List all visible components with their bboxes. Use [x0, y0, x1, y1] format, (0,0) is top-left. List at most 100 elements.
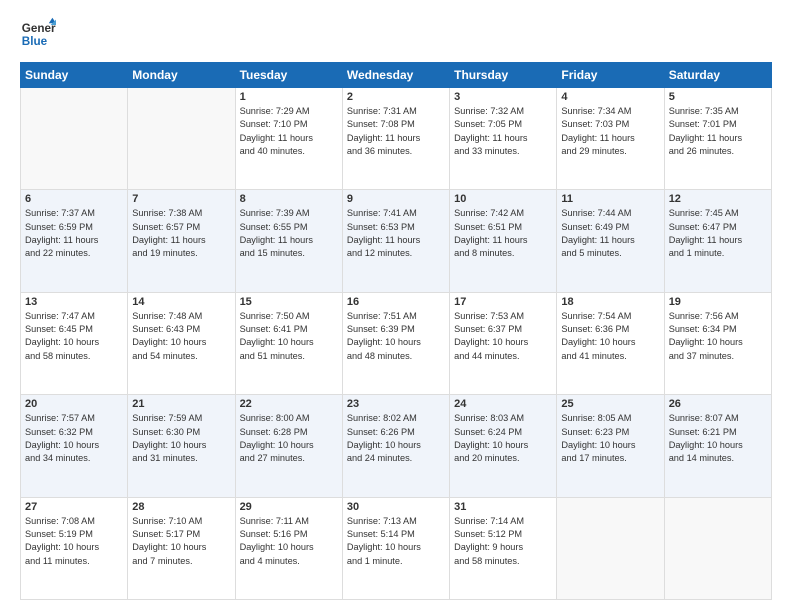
week-row-1: 1 Sunrise: 7:29 AMSunset: 7:10 PMDaylight… [21, 88, 772, 190]
day-number: 15 [240, 296, 338, 308]
page: General Blue SundayMondayTuesdayWednesda… [0, 0, 792, 612]
day-number: 7 [132, 193, 230, 205]
day-number: 8 [240, 193, 338, 205]
calendar-cell: 24 Sunrise: 8:03 AMSunset: 6:24 PMDayligh… [450, 395, 557, 497]
day-info: Sunrise: 7:37 AMSunset: 6:59 PMDaylight:… [25, 207, 123, 260]
day-number: 14 [132, 296, 230, 308]
day-number: 12 [669, 193, 767, 205]
week-row-2: 6 Sunrise: 7:37 AMSunset: 6:59 PMDaylight… [21, 190, 772, 292]
calendar-cell: 14 Sunrise: 7:48 AMSunset: 6:43 PMDayligh… [128, 292, 235, 394]
calendar-cell: 22 Sunrise: 8:00 AMSunset: 6:28 PMDayligh… [235, 395, 342, 497]
day-number: 23 [347, 398, 445, 410]
calendar-cell [128, 88, 235, 190]
day-number: 1 [240, 91, 338, 103]
day-number: 25 [561, 398, 659, 410]
calendar-cell [557, 497, 664, 599]
day-info: Sunrise: 7:08 AMSunset: 5:19 PMDaylight:… [25, 515, 123, 568]
calendar-cell: 2Sunrise: 7:31 AMSunset: 7:08 PMDaylight… [342, 88, 449, 190]
weekday-header-wednesday: Wednesday [342, 63, 449, 88]
svg-text:Blue: Blue [22, 35, 48, 48]
calendar-cell [664, 497, 771, 599]
calendar-cell: 16 Sunrise: 7:51 AMSunset: 6:39 PMDayligh… [342, 292, 449, 394]
day-number: 11 [561, 193, 659, 205]
day-number: 10 [454, 193, 552, 205]
calendar-cell: 4 Sunrise: 7:34 AMSunset: 7:03 PMDaylight… [557, 88, 664, 190]
calendar-cell: 31 Sunrise: 7:14 AMSunset: 5:12 PMDayligh… [450, 497, 557, 599]
calendar-cell: 8Sunrise: 7:39 AMSunset: 6:55 PMDaylight… [235, 190, 342, 292]
day-info: Sunrise: 7:51 AMSunset: 6:39 PMDaylight:… [347, 310, 445, 363]
day-info: Sunrise: 7:35 AMSunset: 7:01 PMDaylight:… [669, 105, 767, 158]
day-number: 31 [454, 501, 552, 513]
calendar-cell: 9 Sunrise: 7:41 AMSunset: 6:53 PMDaylight… [342, 190, 449, 292]
day-info: Sunrise: 7:50 AMSunset: 6:41 PMDaylight:… [240, 310, 338, 363]
day-info: Sunrise: 7:45 AMSunset: 6:47 PMDaylight:… [669, 207, 767, 260]
day-number: 20 [25, 398, 123, 410]
day-number: 4 [561, 91, 659, 103]
day-number: 18 [561, 296, 659, 308]
calendar-cell: 29Sunrise: 7:11 AMSunset: 5:16 PMDayligh… [235, 497, 342, 599]
day-info: Sunrise: 7:29 AMSunset: 7:10 PMDaylight:… [240, 105, 338, 158]
day-info: Sunrise: 7:44 AMSunset: 6:49 PMDaylight:… [561, 207, 659, 260]
calendar-cell: 19 Sunrise: 7:56 AMSunset: 6:34 PMDayligh… [664, 292, 771, 394]
day-number: 6 [25, 193, 123, 205]
calendar-cell: 18 Sunrise: 7:54 AMSunset: 6:36 PMDayligh… [557, 292, 664, 394]
day-info: Sunrise: 7:38 AMSunset: 6:57 PMDaylight:… [132, 207, 230, 260]
calendar-cell: 12 Sunrise: 7:45 AMSunset: 6:47 PMDayligh… [664, 190, 771, 292]
day-number: 27 [25, 501, 123, 513]
calendar-cell: 25Sunrise: 8:05 AMSunset: 6:23 PMDayligh… [557, 395, 664, 497]
weekday-header-row: SundayMondayTuesdayWednesdayThursdayFrid… [21, 63, 772, 88]
day-info: Sunrise: 7:41 AMSunset: 6:53 PMDaylight:… [347, 207, 445, 260]
day-number: 13 [25, 296, 123, 308]
day-info: Sunrise: 7:14 AMSunset: 5:12 PMDaylight:… [454, 515, 552, 568]
day-info: Sunrise: 8:00 AMSunset: 6:28 PMDaylight:… [240, 412, 338, 465]
weekday-header-monday: Monday [128, 63, 235, 88]
day-info: Sunrise: 7:32 AMSunset: 7:05 PMDaylight:… [454, 105, 552, 158]
calendar-cell: 15 Sunrise: 7:50 AMSunset: 6:41 PMDayligh… [235, 292, 342, 394]
day-number: 24 [454, 398, 552, 410]
week-row-4: 20 Sunrise: 7:57 AMSunset: 6:32 PMDayligh… [21, 395, 772, 497]
header: General Blue [20, 16, 772, 52]
calendar-cell: 17 Sunrise: 7:53 AMSunset: 6:37 PMDayligh… [450, 292, 557, 394]
calendar-cell: 27 Sunrise: 7:08 AMSunset: 5:19 PMDayligh… [21, 497, 128, 599]
day-number: 9 [347, 193, 445, 205]
day-info: Sunrise: 7:53 AMSunset: 6:37 PMDaylight:… [454, 310, 552, 363]
calendar-table: SundayMondayTuesdayWednesdayThursdayFrid… [20, 62, 772, 600]
svg-text:General: General [22, 22, 56, 35]
day-info: Sunrise: 7:59 AMSunset: 6:30 PMDaylight:… [132, 412, 230, 465]
calendar-cell: 23Sunrise: 8:02 AMSunset: 6:26 PMDayligh… [342, 395, 449, 497]
weekday-header-sunday: Sunday [21, 63, 128, 88]
day-number: 16 [347, 296, 445, 308]
day-info: Sunrise: 7:34 AMSunset: 7:03 PMDaylight:… [561, 105, 659, 158]
calendar-cell: 26Sunrise: 8:07 AMSunset: 6:21 PMDayligh… [664, 395, 771, 497]
calendar-cell: 11 Sunrise: 7:44 AMSunset: 6:49 PMDayligh… [557, 190, 664, 292]
day-info: Sunrise: 7:10 AMSunset: 5:17 PMDaylight:… [132, 515, 230, 568]
calendar-cell: 10 Sunrise: 7:42 AMSunset: 6:51 PMDayligh… [450, 190, 557, 292]
day-info: Sunrise: 7:54 AMSunset: 6:36 PMDaylight:… [561, 310, 659, 363]
calendar-cell: 20 Sunrise: 7:57 AMSunset: 6:32 PMDayligh… [21, 395, 128, 497]
day-info: Sunrise: 8:03 AMSunset: 6:24 PMDaylight:… [454, 412, 552, 465]
weekday-header-saturday: Saturday [664, 63, 771, 88]
day-info: Sunrise: 7:48 AMSunset: 6:43 PMDaylight:… [132, 310, 230, 363]
weekday-header-friday: Friday [557, 63, 664, 88]
calendar-cell: 13Sunrise: 7:47 AMSunset: 6:45 PMDayligh… [21, 292, 128, 394]
weekday-header-thursday: Thursday [450, 63, 557, 88]
calendar-cell: 1 Sunrise: 7:29 AMSunset: 7:10 PMDaylight… [235, 88, 342, 190]
day-info: Sunrise: 7:42 AMSunset: 6:51 PMDaylight:… [454, 207, 552, 260]
day-number: 22 [240, 398, 338, 410]
day-info: Sunrise: 7:57 AMSunset: 6:32 PMDaylight:… [25, 412, 123, 465]
calendar-cell: 6 Sunrise: 7:37 AMSunset: 6:59 PMDaylight… [21, 190, 128, 292]
day-number: 3 [454, 91, 552, 103]
day-number: 26 [669, 398, 767, 410]
calendar-cell: 21 Sunrise: 7:59 AMSunset: 6:30 PMDayligh… [128, 395, 235, 497]
week-row-3: 13Sunrise: 7:47 AMSunset: 6:45 PMDayligh… [21, 292, 772, 394]
day-info: Sunrise: 7:13 AMSunset: 5:14 PMDaylight:… [347, 515, 445, 568]
weekday-header-tuesday: Tuesday [235, 63, 342, 88]
day-number: 21 [132, 398, 230, 410]
day-number: 2 [347, 91, 445, 103]
day-number: 30 [347, 501, 445, 513]
calendar-cell: 5Sunrise: 7:35 AMSunset: 7:01 PMDaylight… [664, 88, 771, 190]
day-info: Sunrise: 7:56 AMSunset: 6:34 PMDaylight:… [669, 310, 767, 363]
logo: General Blue [20, 16, 56, 52]
day-number: 19 [669, 296, 767, 308]
day-number: 17 [454, 296, 552, 308]
